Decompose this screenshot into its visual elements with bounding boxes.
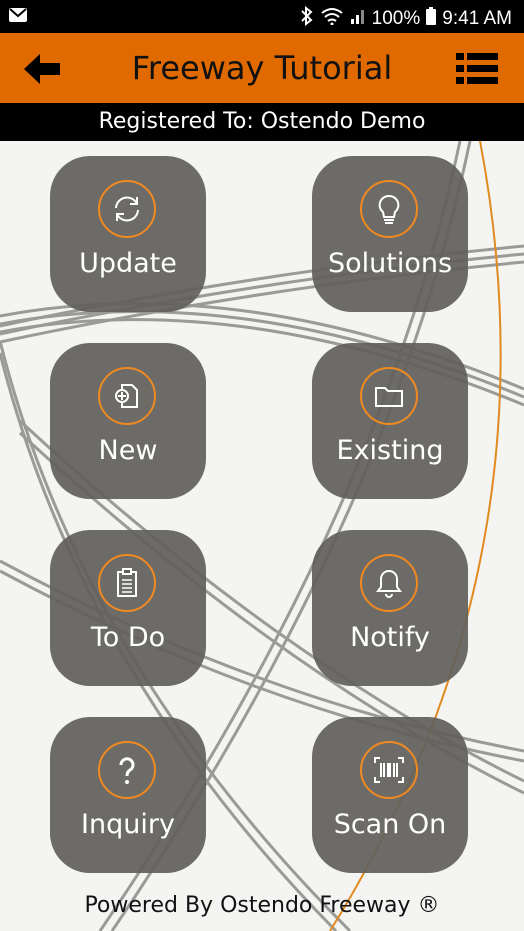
new-document-icon [98,367,156,425]
signal-icon [350,7,366,31]
solutions-button[interactable]: Solutions [312,156,468,312]
scan-on-button[interactable]: Scan On [312,717,468,873]
new-label: New [98,435,158,466]
battery-level: 100% [371,8,421,29]
mail-icon [8,6,28,30]
notify-label: Notify [350,622,430,653]
solutions-label: Solutions [327,248,453,279]
question-icon [98,741,156,799]
lightbulb-icon [360,180,418,238]
refresh-icon [98,180,156,238]
powered-by-footer: Powered By Ostendo Freeway ® [84,893,440,918]
update-button[interactable]: Update [50,156,206,312]
bluetooth-icon [300,5,314,32]
update-label: Update [79,248,177,279]
existing-label: Existing [336,435,444,466]
inquiry-label: Inquiry [81,809,175,840]
battery-icon [426,7,437,31]
to-do-button[interactable]: To Do [50,530,206,686]
notify-button[interactable]: Notify [312,530,468,686]
inquiry-button[interactable]: Inquiry [50,717,206,873]
to-do-label: To Do [90,622,166,653]
barcode-icon [360,741,418,799]
existing-button[interactable]: Existing [312,343,468,499]
scan-on-label: Scan On [333,809,447,840]
list-menu-icon[interactable] [456,51,498,87]
registration-banner: Registered To: Ostendo Demo [0,103,524,141]
folder-icon [360,367,418,425]
page-title: Freeway Tutorial [131,49,393,87]
status-bar: 100% 9:41 AM [0,0,524,33]
clipboard-icon [98,554,156,612]
app-bar: Freeway Tutorial [0,33,524,103]
new-button[interactable]: New [50,343,206,499]
wifi-icon [320,7,344,31]
bell-icon [360,554,418,612]
clock: 9:41 AM [442,8,512,29]
